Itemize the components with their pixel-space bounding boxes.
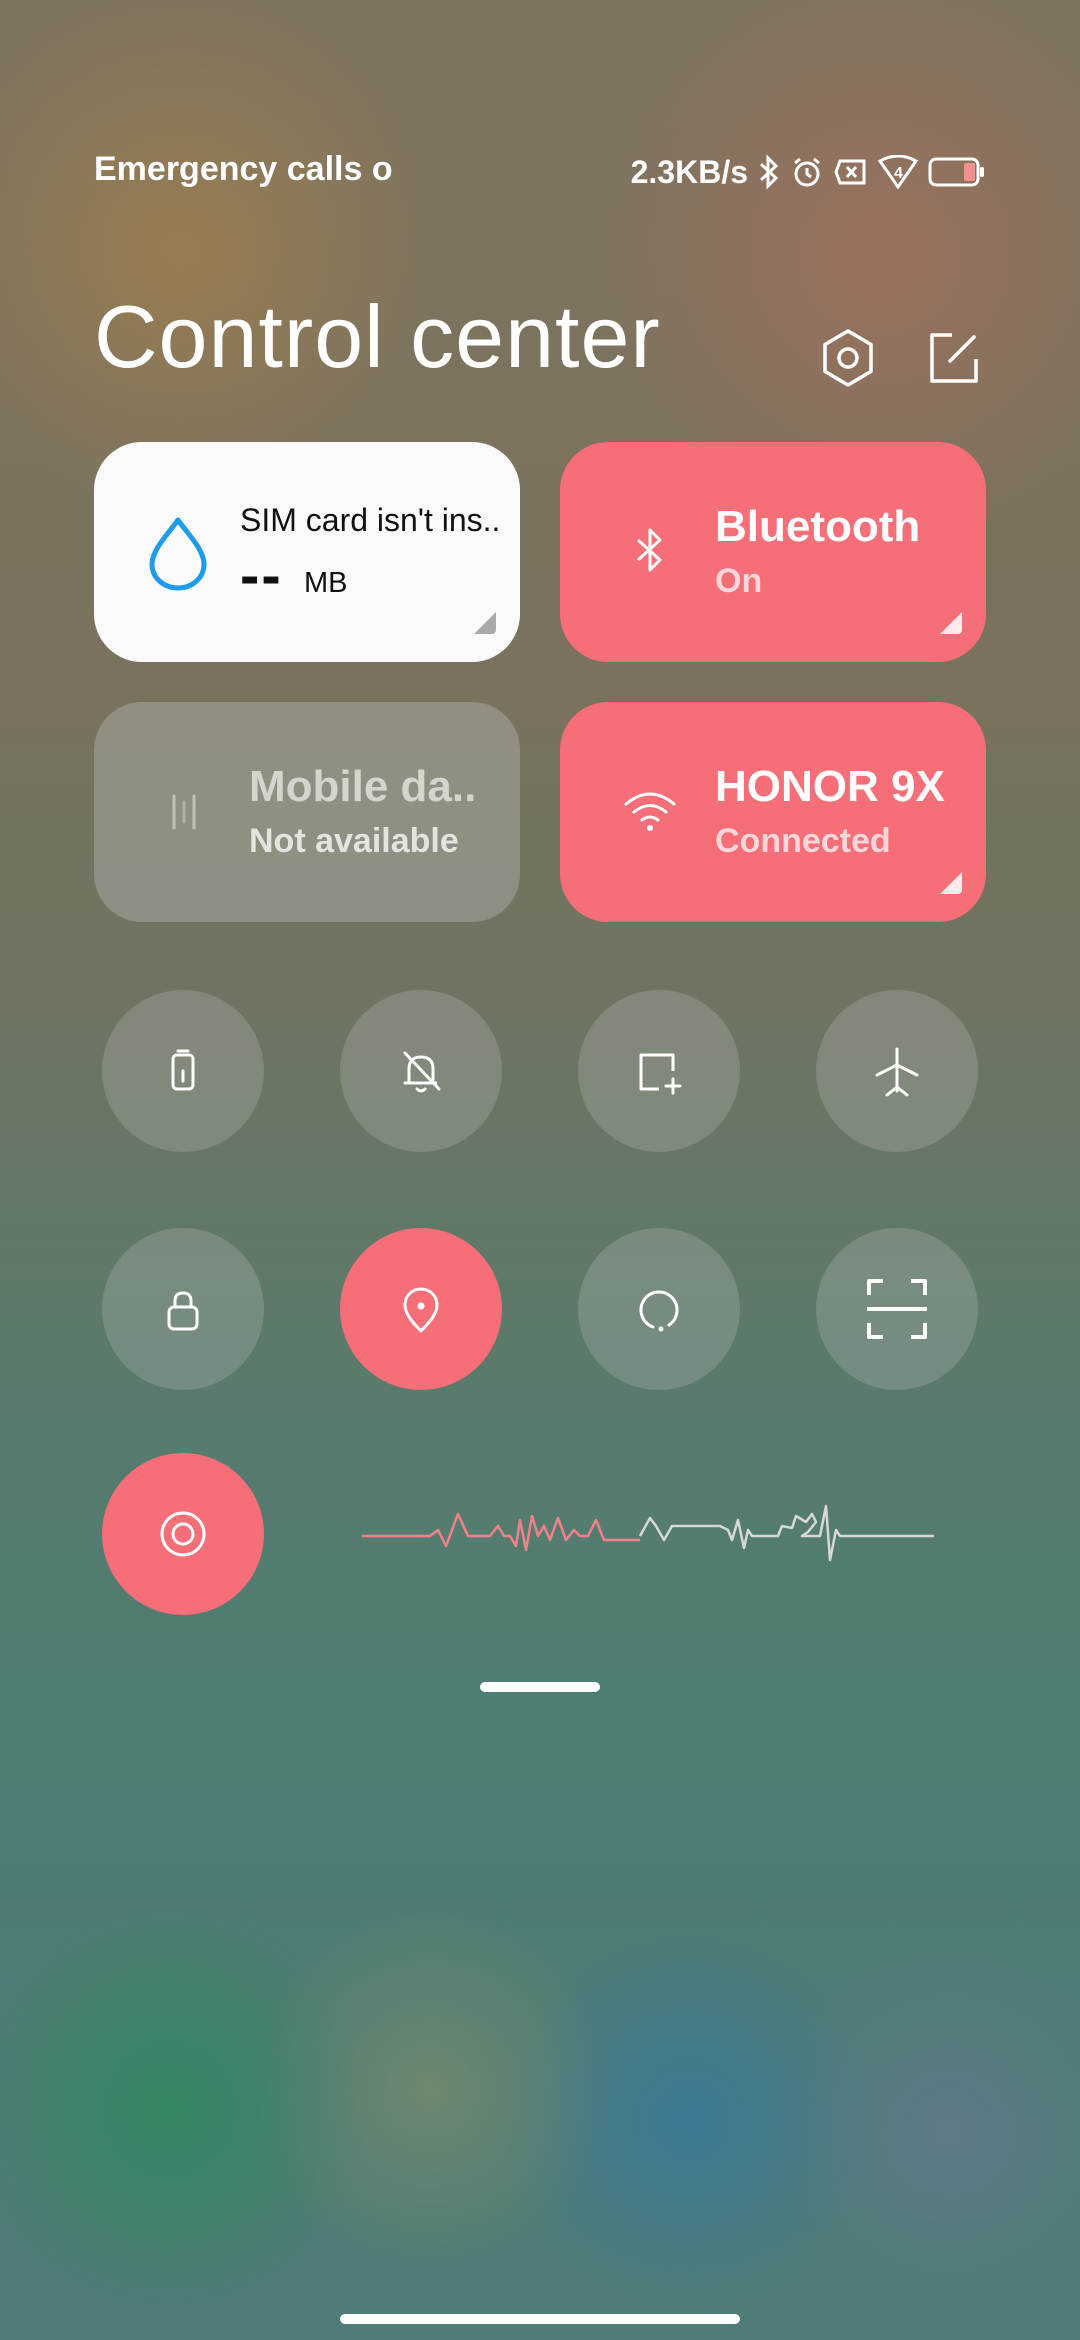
- airplane-icon: [875, 1047, 919, 1097]
- screenshot-toggle[interactable]: [578, 990, 740, 1152]
- page-title: Control center: [94, 287, 661, 386]
- wifi-icon: [624, 792, 676, 831]
- rotate-icon: [639, 1290, 679, 1332]
- scan-icon: [867, 1279, 927, 1339]
- settings-icon: [823, 329, 873, 387]
- edit-button[interactable]: [920, 325, 986, 391]
- wifi-4-icon: 4: [878, 155, 918, 189]
- wifi-badge: 4: [894, 165, 903, 182]
- alarm-icon: [790, 155, 824, 189]
- carrier-label: Emergency calls o: [94, 150, 393, 188]
- bluetooth-icon: [636, 528, 662, 572]
- target-icon: [160, 1511, 206, 1557]
- location-toggle[interactable]: [340, 1228, 502, 1390]
- network-speed: 2.3KB/s: [630, 153, 748, 190]
- mobile-data-title: Mobile da..: [249, 762, 477, 811]
- battery-saver-icon: [171, 1049, 195, 1091]
- status-icons: 2.3KB/s 4: [631, 150, 986, 194]
- bluetooth-icon: [758, 155, 780, 189]
- wifi-title: HONOR 9X: [715, 762, 945, 811]
- bluetooth-title: Bluetooth: [715, 502, 921, 551]
- edit-icon: [930, 333, 978, 383]
- battery-icon: [928, 156, 986, 188]
- data-usage-title: SIM card isn't ins..: [240, 502, 501, 538]
- expand-corner-icon[interactable]: [940, 872, 962, 894]
- panel-drag-handle[interactable]: [480, 1682, 600, 1692]
- lock-screen-toggle[interactable]: [102, 1228, 264, 1390]
- status-carrier-text: Emergency calls o: [94, 150, 393, 189]
- data-usage-value: --: [240, 543, 283, 608]
- focus-mode-toggle[interactable]: [102, 1453, 264, 1615]
- location-pin-icon: [403, 1287, 439, 1333]
- wifi-status: Connected: [715, 822, 891, 860]
- scanner-toggle[interactable]: [816, 1228, 978, 1390]
- lock-icon: [167, 1291, 199, 1331]
- auto-rotate-toggle[interactable]: [578, 1228, 740, 1390]
- battery-saver-toggle[interactable]: [102, 990, 264, 1152]
- airplane-mode-toggle[interactable]: [816, 990, 978, 1152]
- settings-button[interactable]: [815, 325, 881, 391]
- water-drop-icon: [149, 517, 207, 591]
- expand-corner-icon: [474, 612, 496, 634]
- bell-off-icon: [403, 1051, 441, 1093]
- mobile-data-tile[interactable]: Mobile da.. Not available: [94, 702, 520, 922]
- wifi-tile[interactable]: HONOR 9X Connected: [560, 702, 986, 922]
- mobile-data-icon: [172, 794, 196, 830]
- pulse-waveform: [362, 1504, 934, 1562]
- bluetooth-status: On: [715, 562, 763, 600]
- silent-mode-toggle[interactable]: [340, 990, 502, 1152]
- data-usage-unit: MB: [304, 567, 348, 599]
- home-indicator[interactable]: [340, 2314, 740, 2324]
- expand-corner-icon[interactable]: [940, 612, 962, 634]
- screenshot-icon: [639, 1053, 682, 1095]
- data-usage-tile[interactable]: SIM card isn't ins.. -- MB: [94, 442, 520, 662]
- mobile-data-status: Not available: [249, 822, 459, 860]
- sim-missing-icon: [834, 157, 868, 187]
- bluetooth-tile[interactable]: Bluetooth On: [560, 442, 986, 662]
